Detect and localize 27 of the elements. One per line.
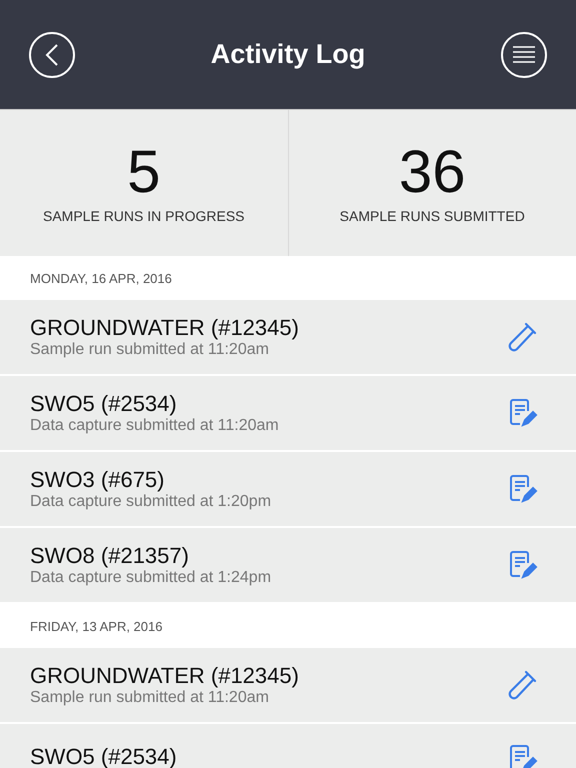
document-edit-icon [508,550,538,580]
entry-title: SWO8 (#21357) [30,543,190,569]
document-edit-icon [508,474,538,504]
stat-label: SAMPLE RUNS IN PROGRESS [43,208,244,224]
back-button[interactable] [29,32,75,78]
document-edit-icon [508,744,538,768]
test-tube-icon [506,321,538,353]
entry-subtitle: Data capture submitted at 1:20pm [30,493,272,511]
date-heading: MONDAY, 16 APR, 2016 [30,270,172,286]
menu-button[interactable] [500,32,547,78]
chevron-left-icon [45,42,59,66]
entry-subtitle: Data capture submitted at 11:20am [30,417,279,435]
stat-label: SAMPLE RUNS SUBMITTED [340,208,525,224]
entry-subtitle: Data capture submitted at 1:24pm [30,569,272,587]
entry-subtitle: Sample run submitted at 11:20am [30,689,270,707]
entry-title: SWO5 (#2534) [30,391,178,417]
date-heading: FRIDAY, 13 APR, 2016 [30,618,162,634]
entry-title: GROUNDWATER (#12345) [30,315,299,341]
entry-title: SWO3 (#675) [30,467,166,493]
page-title: Activity Log [210,39,366,70]
stat-value: 5 [127,142,160,202]
stat-value: 36 [398,142,466,202]
document-edit-icon [508,398,538,428]
menu-icon [512,44,536,64]
entry-title: GROUNDWATER (#12345) [30,663,299,689]
entry-subtitle: Sample run submitted at 11:20am [30,341,270,359]
test-tube-icon [506,669,538,701]
